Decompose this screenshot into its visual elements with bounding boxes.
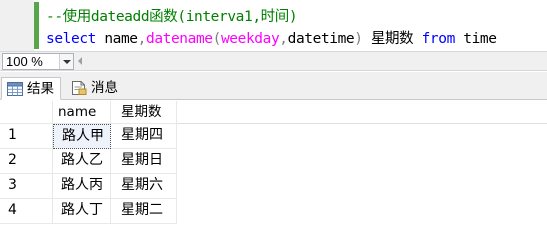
cell-weekday[interactable]: 星期二: [111, 199, 177, 224]
keyword-select: select: [46, 31, 96, 47]
chevron-down-icon[interactable]: [59, 54, 73, 69]
code-line-select: select name,datename(weekday,datetime) 星…: [46, 29, 497, 49]
cell-name[interactable]: 路人乙: [53, 149, 111, 174]
row-number[interactable]: 2: [0, 149, 53, 174]
results-grid-icon: [7, 82, 23, 96]
row-number-header[interactable]: [0, 101, 53, 124]
identifier-datetime: datetime: [287, 31, 355, 47]
zoom-select[interactable]: 100 %: [2, 53, 74, 70]
cell-name[interactable]: 路人甲: [53, 124, 111, 149]
table-row: 2 路人乙 星期日: [0, 149, 177, 174]
column-alias: 星期数: [362, 31, 422, 47]
horizontal-scrollbar[interactable]: [74, 53, 547, 70]
identifier-name: name: [95, 31, 138, 47]
keyword-weekday: weekday: [220, 31, 280, 47]
cell-weekday[interactable]: 星期六: [111, 174, 177, 199]
identifier-table: time: [454, 31, 497, 47]
row-number[interactable]: 3: [0, 174, 53, 199]
zoom-value: 100 %: [6, 54, 43, 69]
zoom-bar: 100 %: [0, 51, 547, 71]
grid-header-row: name 星期数: [0, 101, 547, 124]
table-row: 4 路人丁 星期二: [0, 199, 177, 224]
query-editor[interactable]: --使用dateadd函数(interva1,时间) select name,d…: [0, 0, 547, 51]
operator-comma: ,: [137, 31, 147, 47]
change-indicator-bar: [34, 2, 39, 49]
tab-messages[interactable]: 消息: [66, 77, 128, 100]
cell-weekday[interactable]: 星期四: [111, 124, 177, 149]
keyword-from: from: [421, 31, 456, 47]
row-number[interactable]: 4: [0, 199, 53, 224]
tab-messages-label: 消息: [91, 80, 118, 96]
row-number[interactable]: 1: [0, 124, 53, 149]
cell-weekday[interactable]: 星期日: [111, 149, 177, 174]
operator-comma: ,: [279, 31, 288, 47]
messages-icon: [72, 81, 87, 95]
tab-results-label: 结果: [27, 81, 54, 97]
results-tabstrip: 结果 消息: [0, 72, 547, 100]
operator-close-paren: ): [354, 31, 363, 47]
table-row: 3 路人丙 星期六: [0, 174, 177, 199]
function-datename: datename: [145, 31, 213, 47]
tab-results[interactable]: 结果: [1, 77, 61, 100]
editor-gutter: [0, 0, 34, 51]
cell-name[interactable]: 路人丙: [53, 174, 111, 199]
operator-open-paren: (: [212, 31, 222, 47]
table-row: 1 路人甲 星期四: [0, 124, 177, 149]
cell-name[interactable]: 路人丁: [53, 199, 111, 224]
column-header-weekday[interactable]: 星期数: [111, 101, 177, 124]
results-grid: name 星期数 1 路人甲 星期四 2 路人乙 星期日 3 路人丙 星期六 4…: [0, 101, 547, 226]
column-header-name[interactable]: name: [53, 101, 111, 124]
code-line-comment: --使用dateadd函数(interva1,时间): [46, 9, 298, 25]
scroll-left-arrow-icon[interactable]: [78, 57, 82, 65]
